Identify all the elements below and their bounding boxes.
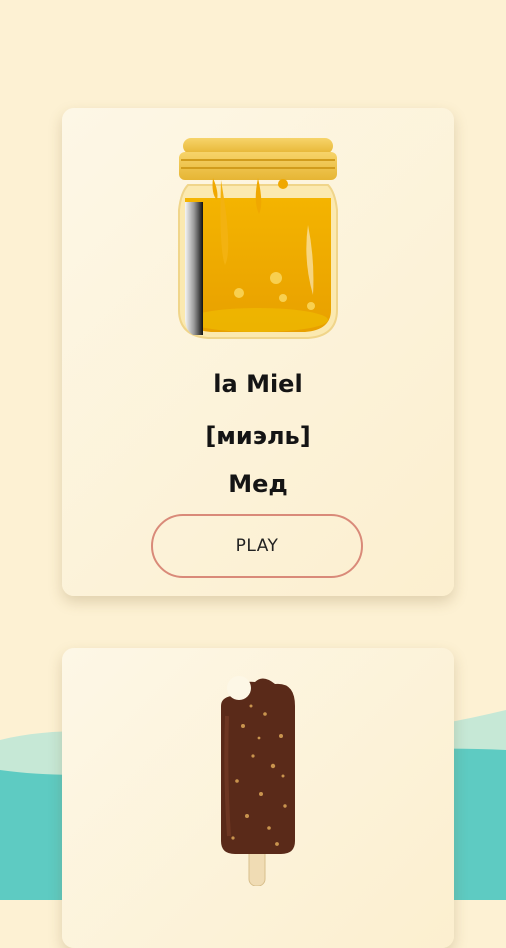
- honey-jar-icon: [178, 138, 338, 339]
- transcription: [миэль]: [205, 422, 311, 450]
- translation: Мед: [228, 470, 288, 498]
- word-card: [62, 648, 454, 948]
- play-button[interactable]: PLAY: [151, 514, 363, 578]
- foreign-word: la Miel: [213, 370, 303, 398]
- word-card: la Miel [миэль] Мед PLAY: [62, 108, 454, 596]
- chocolate-ice-cream-popsicle-icon: [221, 676, 295, 886]
